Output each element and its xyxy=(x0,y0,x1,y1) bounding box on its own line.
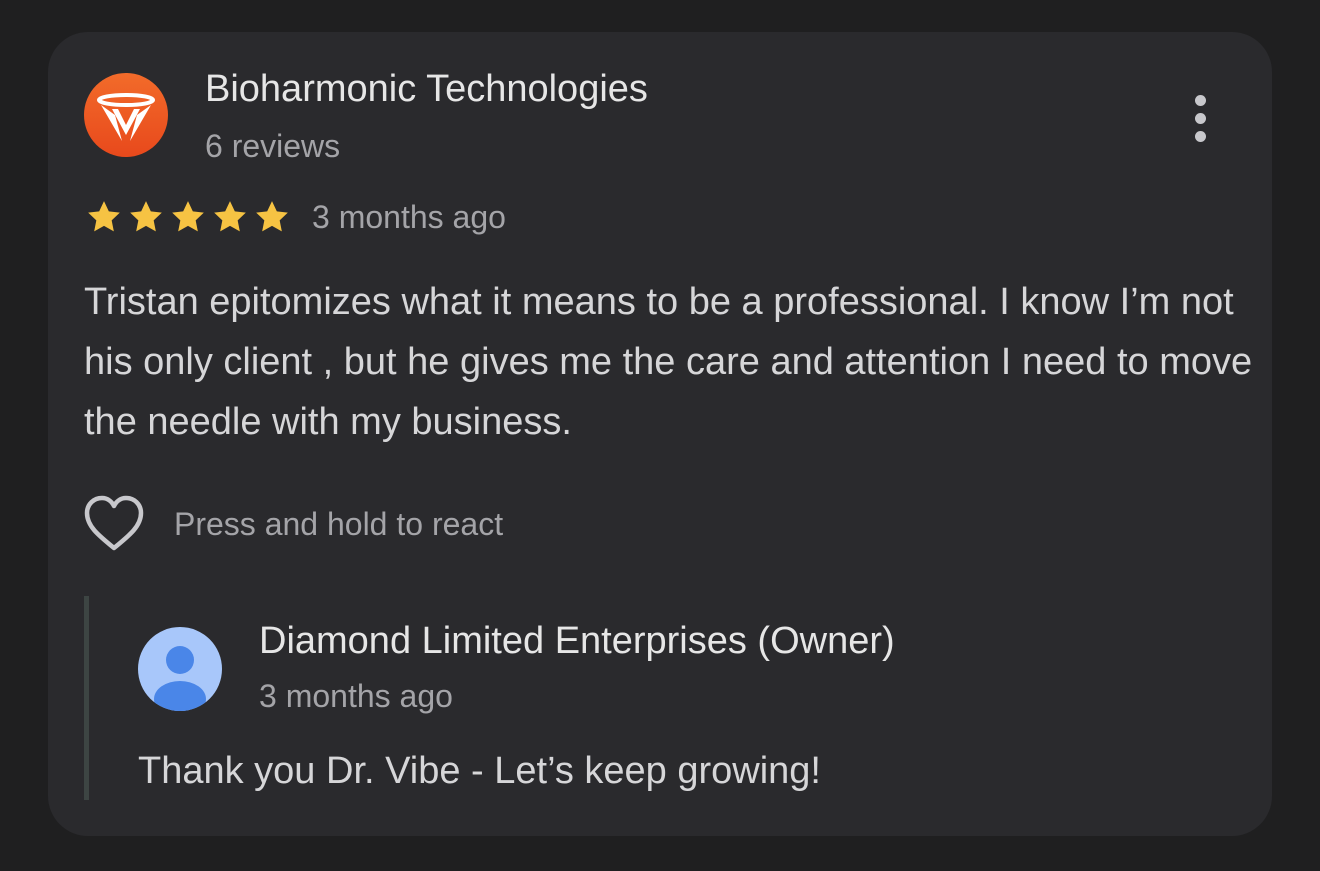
default-user-avatar-icon[interactable] xyxy=(138,627,222,711)
owner-reply-date: 3 months ago xyxy=(259,678,453,714)
star-rating xyxy=(84,197,292,237)
reviewer-review-count: 6 reviews xyxy=(205,128,341,164)
star-icon xyxy=(172,201,204,232)
star-icon xyxy=(130,201,162,232)
react-button[interactable]: Press and hold to react xyxy=(82,494,503,554)
review-date: 3 months ago xyxy=(312,199,506,235)
heart-outline-icon xyxy=(84,495,144,551)
review-text: Tristan epitomizes what it means to be a… xyxy=(84,281,1253,443)
owner-reply-divider xyxy=(84,596,89,800)
star-icon xyxy=(88,201,120,232)
review-card: Bioharmonic Technologies 6 reviews 3 mon… xyxy=(48,32,1272,836)
reviewer-name[interactable]: Bioharmonic Technologies xyxy=(205,68,648,111)
star-icon xyxy=(214,201,246,232)
more-options-button[interactable] xyxy=(1180,88,1220,148)
owner-reply-text: Thank you Dr. Vibe - Let’s keep growing! xyxy=(138,750,821,792)
react-label: Press and hold to react xyxy=(174,505,504,542)
owner-name[interactable]: Diamond Limited Enterprises (Owner) xyxy=(259,620,895,663)
star-icon xyxy=(256,201,288,232)
more-vert-icon xyxy=(1194,94,1206,106)
bioharmonic-logo-icon[interactable] xyxy=(84,73,168,157)
